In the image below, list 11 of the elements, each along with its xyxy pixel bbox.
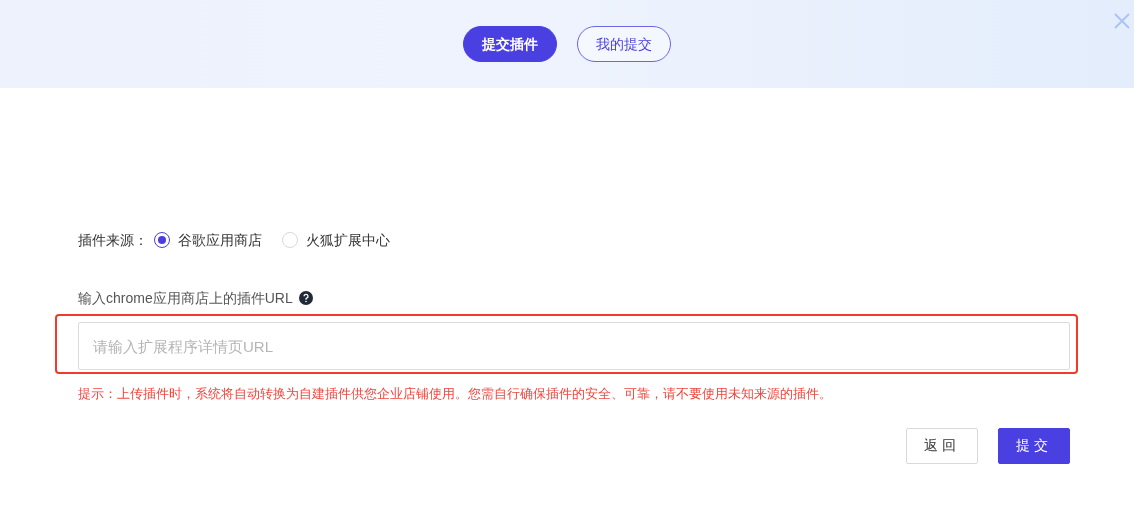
radio-option[interactable]: 火狐扩展中心 (282, 229, 390, 251)
field-label: 插件来源： (78, 230, 148, 250)
warning-text: 提示：上传插件时，系统将自动转换为自建插件供您企业店铺使用。您需自行确保插件的安全、可靠，请不要使用未知来源的插件。 (78, 385, 833, 403)
input-field[interactable]: 请输入扩展程序详情页URL (78, 322, 1070, 370)
back-button[interactable]: 返回 (906, 427, 978, 464)
help-icon[interactable] (298, 291, 313, 305)
radio-option[interactable]: 谷歌应用商店 (154, 229, 262, 251)
tab[interactable]: 提交插件 (463, 26, 557, 62)
submit-button[interactable]: 提交 (998, 427, 1070, 464)
tab[interactable]: 我的提交 (577, 26, 671, 62)
field-label: 输入chrome应用商店上的插件URL (78, 288, 293, 308)
